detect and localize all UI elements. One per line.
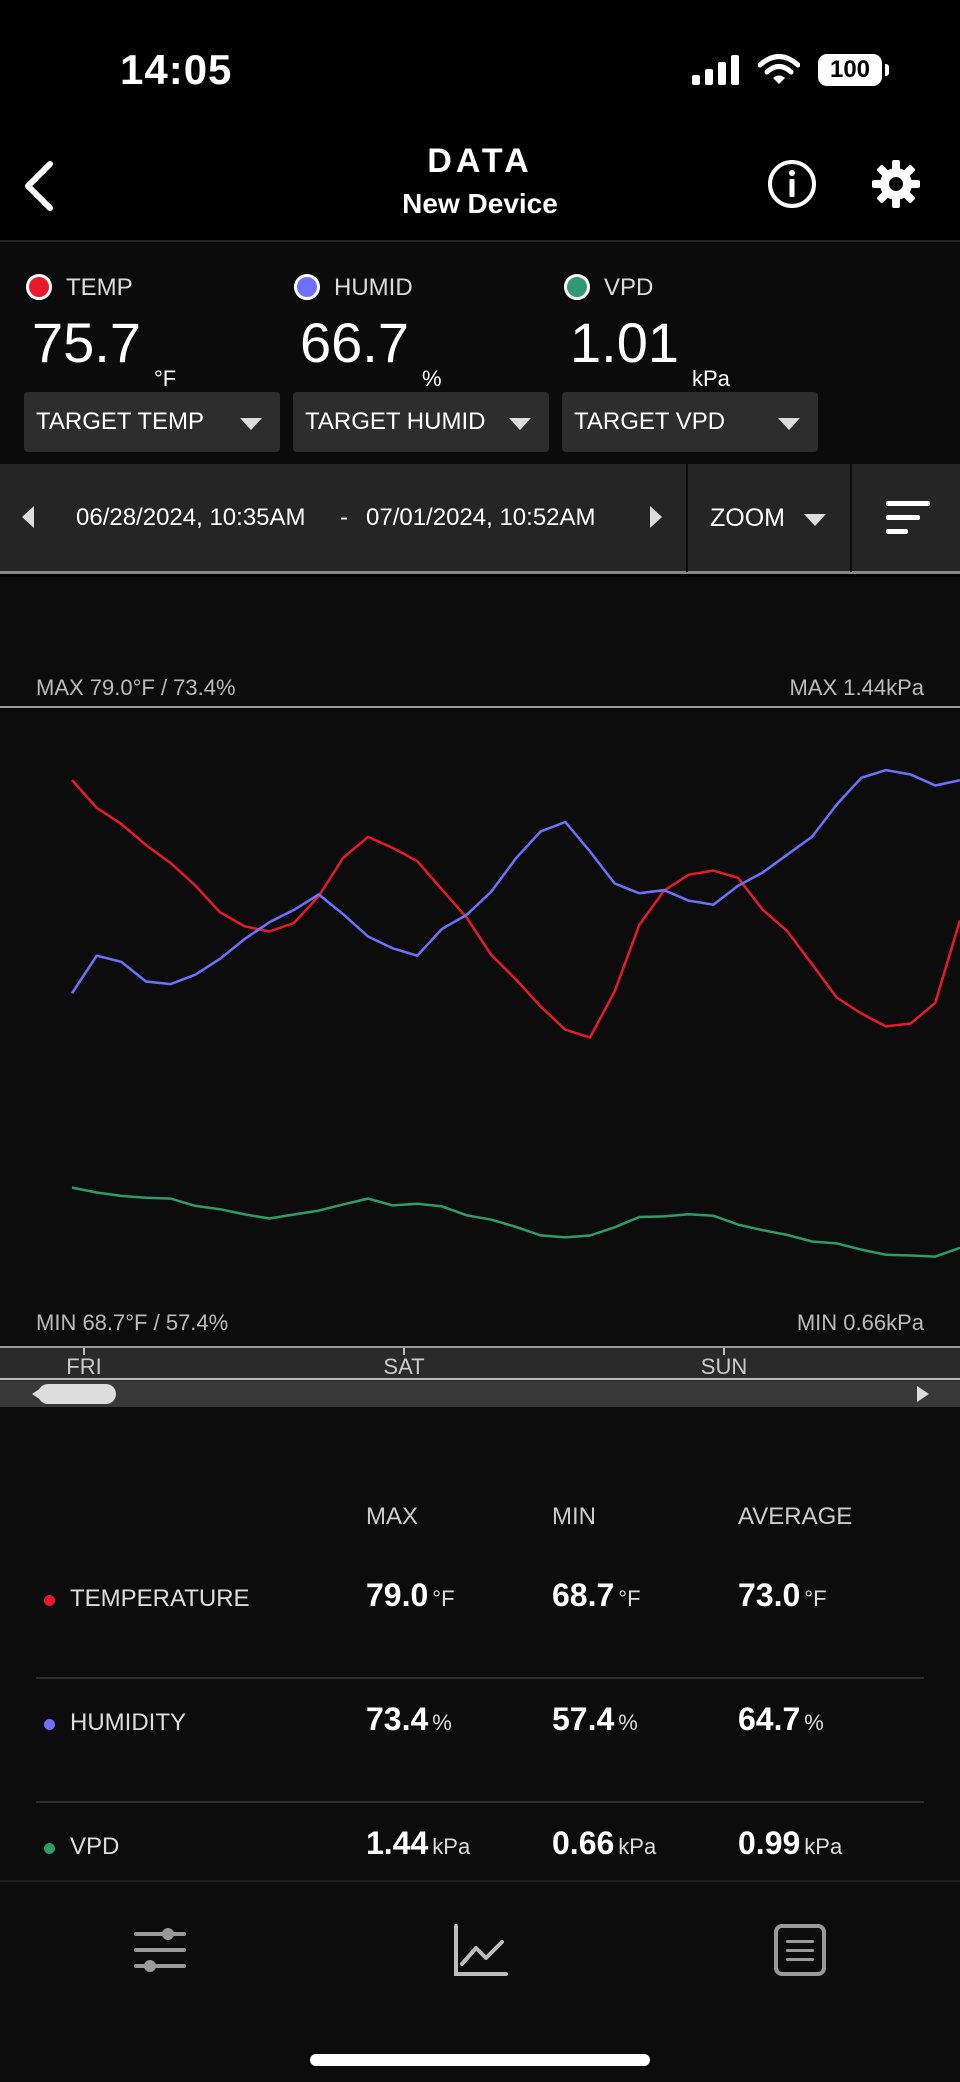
temp-dot-icon xyxy=(26,274,52,300)
day-label: FRI xyxy=(66,1354,101,1379)
stat-avg: 73.0 °F xyxy=(738,1577,827,1613)
caret-down-icon xyxy=(509,418,531,430)
temperature-dot-icon xyxy=(44,1595,55,1606)
signal-icon xyxy=(692,55,739,85)
caret-down-icon xyxy=(240,418,262,430)
target-vpd-dropdown[interactable]: TARGET VPD xyxy=(562,392,818,452)
nav-bar: DATA New Device xyxy=(0,140,960,242)
dropdown-label: TARGET VPD xyxy=(574,408,726,435)
stat-row-temperature: TEMPERATURE 79.0 °F 68.7 °F 73.0 °F xyxy=(36,1555,924,1679)
stat-avg: 0.99 kPa xyxy=(738,1825,843,1861)
series-line xyxy=(71,1186,960,1258)
chart-icon[interactable] xyxy=(450,1920,510,1980)
header-average: AVERAGE xyxy=(738,1503,853,1530)
min-right-label: MIN 0.66kPa xyxy=(796,1310,924,1335)
previous-range-icon[interactable] xyxy=(22,506,34,528)
gear-icon[interactable] xyxy=(870,158,922,210)
min-left-label: MIN 68.7°F / 57.4% xyxy=(36,1310,229,1335)
status-bar: 14:05 100 xyxy=(0,0,960,140)
stats-table: MAX MIN AVERAGE TEMPERATURE 79.0 °F 68.7 °… xyxy=(0,1407,960,1880)
range-start[interactable]: 06/28/2024, 10:35AM xyxy=(76,504,306,532)
tab-bar xyxy=(0,1880,960,2082)
sliders-icon[interactable] xyxy=(130,1920,190,1980)
line-chart[interactable]: FRI SAT SUN xyxy=(0,577,960,1407)
stat-avg: 64.7% xyxy=(738,1701,824,1737)
chart-area: FRI SAT SUN MAX 79.0°F / 73.4% MAX 1.44kPa… xyxy=(0,577,960,1407)
home-indicator xyxy=(310,2054,650,2066)
header-max: MAX xyxy=(366,1503,419,1530)
series-line xyxy=(70,768,960,994)
reading-value: 66.7 xyxy=(300,311,409,374)
day-label: SUN xyxy=(701,1354,747,1379)
day-label: SAT xyxy=(383,1354,424,1379)
caret-down-icon xyxy=(778,418,800,430)
target-temp-dropdown[interactable]: TARGET TEMP xyxy=(24,392,280,452)
range-end[interactable]: 07/01/2024, 10:52AM xyxy=(366,504,596,532)
stat-min: 57.4% xyxy=(552,1701,638,1737)
battery-indicator: 100 xyxy=(818,54,889,86)
next-range-icon[interactable] xyxy=(650,506,662,528)
humidity-dot-icon xyxy=(44,1719,55,1730)
range-separator: - xyxy=(340,504,348,531)
scrollbar-thumb[interactable] xyxy=(38,1384,116,1404)
sort-icon[interactable] xyxy=(852,464,960,572)
dropdown-label: TARGET TEMP xyxy=(36,408,205,435)
status-indicators: 100 xyxy=(692,54,889,86)
reading-unit: kPa xyxy=(692,366,730,391)
reading-label: VPD xyxy=(604,274,654,301)
header-min: MIN xyxy=(552,1503,596,1530)
reading-unit: °F xyxy=(154,366,177,391)
info-icon[interactable] xyxy=(766,158,818,210)
list-icon[interactable] xyxy=(770,1920,830,1980)
date-range-bar: 06/28/2024, 10:35AM - 07/01/2024, 10:52A… xyxy=(0,464,960,574)
vpd-dot-icon xyxy=(44,1843,55,1854)
max-right-label: MAX 1.44kPa xyxy=(789,675,924,700)
reading-value: 1.01 xyxy=(570,311,679,374)
dropdown-label: TARGET HUMID xyxy=(305,408,486,435)
stat-min: 0.66 kPa xyxy=(552,1825,657,1861)
reading-value: 75.7 xyxy=(32,311,141,374)
zoom-dropdown[interactable]: ZOOM xyxy=(688,464,850,572)
stat-max: 79.0 °F xyxy=(366,1577,455,1613)
reading-label: TEMP xyxy=(66,274,133,301)
wifi-icon xyxy=(758,54,800,84)
row-name: TEMPERATURE xyxy=(70,1585,250,1612)
caret-down-icon xyxy=(804,514,826,526)
reading-label: HUMID xyxy=(334,274,413,301)
stat-min: 68.7 °F xyxy=(552,1577,641,1613)
status-time: 14:05 xyxy=(120,46,233,93)
current-readings: TEMP 75.7 °F HUMID 66.7 % VPD 1.01 kPa T… xyxy=(0,242,960,464)
humid-dot-icon xyxy=(294,274,320,300)
reading-unit: % xyxy=(422,366,442,391)
vpd-dot-icon xyxy=(564,274,590,300)
target-humid-dropdown[interactable]: TARGET HUMID xyxy=(293,392,549,452)
stat-max: 1.44 kPa xyxy=(366,1825,471,1861)
row-name: HUMIDITY xyxy=(70,1709,186,1736)
stat-max: 73.4% xyxy=(366,1701,452,1737)
stat-row-humidity: HUMIDITY 73.4% 57.4% 64.7% xyxy=(36,1679,924,1803)
zoom-label: ZOOM xyxy=(710,504,785,532)
row-name: VPD xyxy=(70,1833,120,1860)
max-left-label: MAX 79.0°F / 73.4% xyxy=(36,675,236,700)
scrollbar-track[interactable] xyxy=(0,1381,960,1407)
